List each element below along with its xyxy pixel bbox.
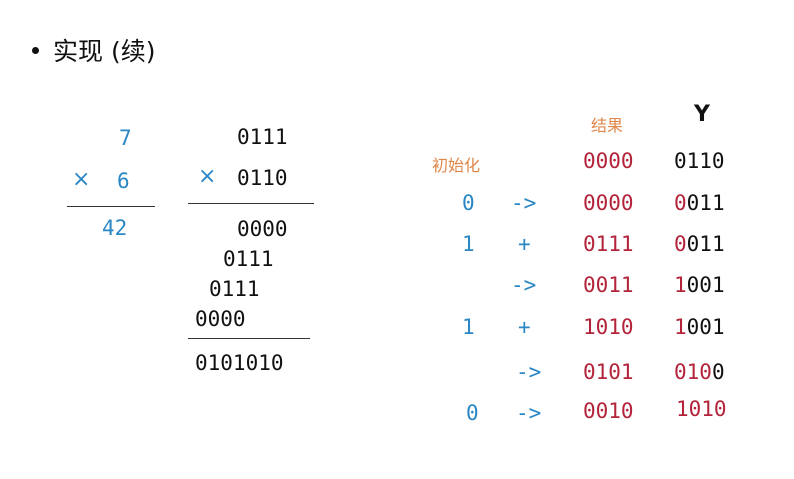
row-2-y-prefix: 0 — [674, 232, 687, 256]
slide-heading: 实现 (续) — [32, 32, 155, 68]
decimal-multiplicand: 7 — [119, 126, 132, 150]
bullet-icon — [32, 46, 39, 54]
row-1-y-prefix: 0 — [674, 191, 687, 215]
binary-times-icon: × — [198, 164, 217, 189]
row-6-op: -> — [516, 401, 542, 425]
decimal-rule — [67, 206, 155, 207]
row-1-result: 0000 — [583, 191, 634, 215]
row-4-y: 1001 — [674, 317, 725, 338]
row-5-op: -> — [516, 360, 542, 384]
row-5-y-rest: 0 — [711, 360, 725, 384]
row-6-y-prefix: 1010 — [676, 397, 727, 421]
row-4-y-rest: 001 — [686, 315, 725, 339]
init-label: 初始化 — [432, 156, 481, 175]
row-3-result: 0011 — [583, 273, 634, 297]
row-4-bit: 1 — [462, 315, 475, 339]
row-3-y: 1001 — [674, 275, 725, 296]
row-4-result: 1010 — [583, 315, 634, 339]
header-y: Y — [694, 102, 710, 127]
binary-rule-1 — [188, 203, 314, 204]
binary-product: 0101010 — [195, 351, 284, 375]
row-6-result: 0010 — [583, 399, 634, 423]
decimal-times-icon: × — [72, 167, 91, 192]
row-0-result: 0000 — [583, 149, 634, 173]
row-6-bit: 0 — [466, 401, 479, 425]
row-2-op: + — [518, 232, 531, 256]
row-4-op: + — [518, 315, 531, 339]
heading-text: 实现 (续) — [53, 37, 156, 66]
row-5-result: 0101 — [583, 360, 634, 384]
row-6-y: 1010 — [676, 399, 727, 420]
binary-partial-2: 0111 — [209, 277, 260, 301]
row-3-y-rest: 001 — [686, 273, 725, 297]
row-1-op: -> — [511, 191, 537, 215]
binary-partial-1: 0111 — [223, 247, 274, 271]
row-3-op: -> — [511, 273, 537, 297]
binary-rule-2 — [188, 338, 310, 339]
decimal-product: 42 — [102, 216, 128, 240]
row-3-y-prefix: 1 — [674, 273, 687, 297]
row-1-y: 0011 — [674, 193, 725, 214]
binary-multiplicand: 0111 — [237, 125, 288, 149]
slide: 实现 (续) 7 × 6 42 0111 × 0110 0000 0111 01… — [0, 0, 794, 479]
row-2-bit: 1 — [462, 232, 475, 256]
row-0-y: 0110 — [674, 149, 725, 173]
row-4-y-prefix: 1 — [674, 315, 687, 339]
row-1-y-rest: 011 — [686, 191, 725, 215]
row-2-y: 0011 — [674, 234, 725, 255]
row-5-y: 0100 — [674, 362, 725, 383]
binary-multiplier: 0110 — [237, 166, 288, 190]
row-5-y-prefix: 010 — [674, 360, 712, 384]
row-2-result: 0111 — [583, 232, 634, 256]
decimal-multiplier: 6 — [117, 169, 130, 193]
binary-partial-3: 0000 — [195, 307, 246, 331]
row-2-y-rest: 011 — [686, 232, 725, 256]
row-1-bit: 0 — [462, 191, 475, 215]
header-result: 结果 — [591, 116, 624, 135]
binary-partial-0: 0000 — [237, 217, 288, 241]
